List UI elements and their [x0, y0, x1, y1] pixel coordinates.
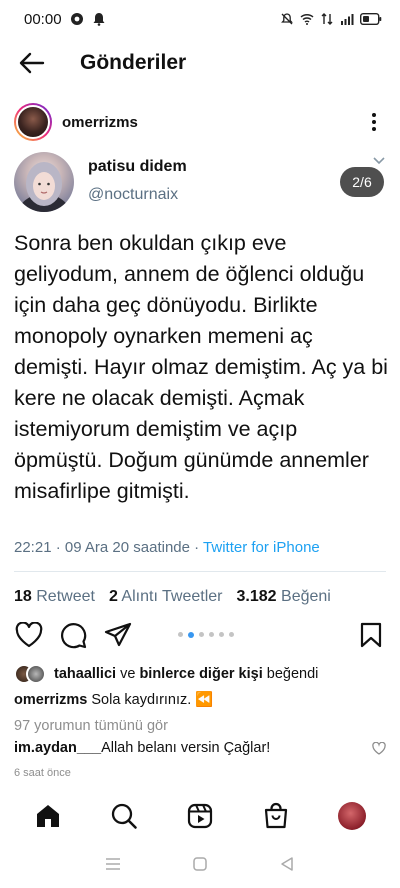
post-caption: omerrizms Sola kaydırınız. ⏪	[14, 691, 213, 708]
tweet-source: Twitter for iPhone	[203, 539, 320, 556]
tweet-stats: 18 Retweet 2 Alıntı Tweetler 3.182 Beğen…	[14, 588, 331, 606]
like-label: Beğeni	[281, 588, 331, 605]
mute-icon	[281, 13, 293, 25]
signal-icon	[341, 14, 354, 25]
like-stat: 3.182 Beğeni	[237, 588, 331, 606]
caption-username[interactable]: omerrizms	[14, 692, 87, 708]
triangle-back-icon	[280, 857, 293, 871]
tweet-divider	[14, 571, 386, 572]
chevron-down-icon	[373, 157, 385, 165]
comment-icon	[61, 623, 87, 649]
system-menu-button[interactable]	[98, 849, 128, 879]
nav-profile-button[interactable]	[332, 796, 372, 836]
quote-label: Alıntı Tweetler	[121, 588, 223, 605]
app-header: Gönderiler	[0, 38, 400, 88]
likes-suffix: beğendi	[262, 666, 319, 682]
status-bar: 00:00	[0, 0, 400, 38]
liker-avatar	[26, 664, 46, 684]
tweet-timestamp: 22:21 · 09 Ara 20 saatinde ·	[14, 539, 204, 556]
carousel-dot	[178, 632, 183, 637]
likes-others[interactable]: binlerce diğer kişi	[139, 666, 262, 682]
menu-icon	[106, 858, 121, 870]
carousel-counter: 2/6	[340, 167, 384, 197]
rewind-emoji-icon: ⏪	[195, 692, 214, 708]
likes-text: tahaallici ve binlerce diğer kişi beğend…	[54, 666, 318, 682]
carousel-dot	[209, 632, 214, 637]
comment-username[interactable]: im.aydan___	[14, 740, 101, 756]
notification-bell-icon	[93, 13, 105, 26]
carousel-dot	[229, 632, 234, 637]
likes-summary[interactable]: tahaallici ve binlerce diğer kişi beğend…	[14, 664, 318, 684]
bookmark-icon	[360, 622, 382, 648]
post-author-avatar[interactable]	[14, 103, 52, 141]
tweet-meta: 22:21 · 09 Ara 20 saatinde · Twitter for…	[14, 539, 320, 556]
square-icon	[193, 857, 207, 871]
post-action-bar	[0, 618, 400, 652]
tweet-text: Sonra ben okuldan çıkıp eve geliyodum, a…	[14, 231, 388, 503]
tweet-author-avatar	[14, 152, 74, 212]
wifi-icon	[300, 13, 314, 25]
like-button[interactable]	[14, 620, 44, 650]
data-transfer-icon	[321, 13, 333, 25]
search-icon	[111, 803, 137, 829]
post-media-tweet[interactable]: patisu didem @nocturnaix 2/6 Sonra ben o…	[0, 150, 400, 580]
more-options-button[interactable]	[362, 107, 386, 137]
comment-text: Allah belanı versin Çağlar!	[101, 740, 271, 756]
retweet-label: Retweet	[36, 588, 95, 605]
profile-avatar	[338, 802, 366, 830]
bottom-navigation	[0, 796, 400, 836]
heart-icon	[15, 622, 43, 648]
post-header: omerrizms	[0, 100, 400, 144]
post-time: 6 saat önce	[14, 767, 71, 779]
post-author-username[interactable]: omerrizms	[62, 114, 138, 131]
view-all-comments-link[interactable]: 97 yorumun tümünü gör	[14, 718, 168, 734]
carousel-dot	[188, 631, 194, 638]
caption-text: Sola kaydırınız.	[87, 692, 196, 708]
comment-row: im.aydan___ Allah belanı versin Çağlar!	[14, 740, 386, 756]
system-back-button[interactable]	[272, 849, 302, 879]
comment-button[interactable]	[58, 620, 88, 650]
tweet-display-name: patisu didem	[88, 158, 187, 175]
shop-icon	[264, 802, 288, 829]
tweet-handle: @nocturnaix	[88, 186, 179, 203]
reels-icon	[187, 803, 213, 829]
chrome-icon	[70, 13, 83, 25]
status-time: 00:00	[24, 10, 62, 28]
heart-icon[interactable]	[372, 741, 386, 755]
carousel-dot	[199, 632, 204, 637]
nav-home-button[interactable]	[28, 796, 68, 836]
share-button[interactable]	[103, 620, 133, 650]
battery-icon	[360, 13, 382, 25]
liker-username[interactable]: tahaallici	[54, 666, 116, 682]
like-count: 3.182	[236, 588, 277, 605]
system-navigation	[0, 846, 400, 882]
nav-search-button[interactable]	[104, 796, 144, 836]
back-button[interactable]	[0, 38, 64, 88]
quote-count: 2	[108, 588, 118, 605]
system-home-button[interactable]	[185, 849, 215, 879]
save-button[interactable]	[356, 620, 386, 650]
send-icon	[104, 622, 132, 647]
arrow-left-icon	[19, 52, 45, 74]
retweet-count: 18	[14, 588, 32, 605]
home-icon	[37, 805, 59, 827]
likes-connector: ve	[116, 666, 140, 682]
page-title: Gönderiler	[80, 51, 187, 74]
quote-stat: 2 Alıntı Tweetler	[109, 588, 223, 606]
carousel-indicator	[178, 631, 234, 638]
nav-reels-button[interactable]	[180, 796, 220, 836]
carousel-dot	[219, 632, 224, 637]
retweet-stat: 18 Retweet	[14, 588, 95, 606]
more-vertical-icon	[372, 113, 376, 131]
nav-shop-button[interactable]	[256, 796, 296, 836]
